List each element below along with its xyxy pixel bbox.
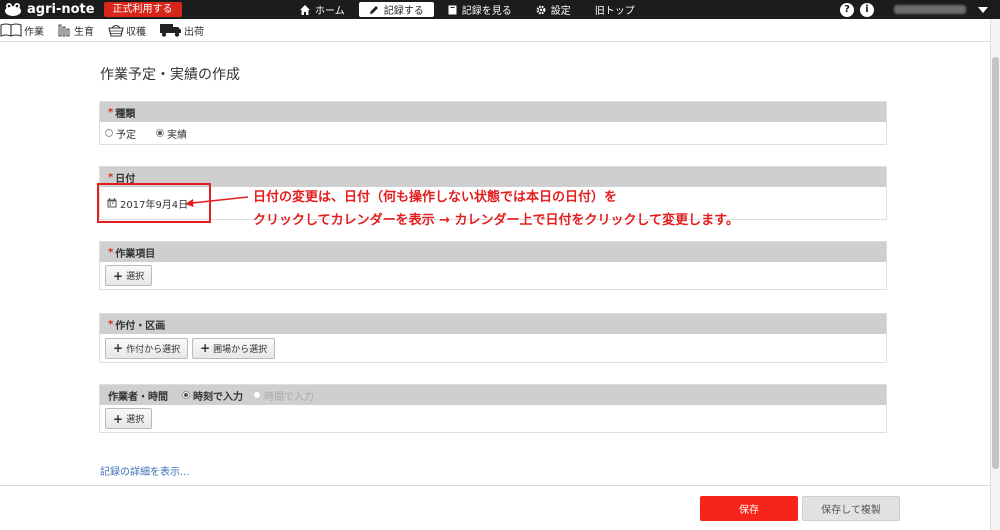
subnav-item-label: 生育 (74, 26, 94, 38)
section-label: 種類 (115, 108, 136, 120)
radio-label: 時刻で入力 (193, 391, 243, 403)
sub-toolbar: 作業 生育 収穫 出荷 (0, 19, 990, 42)
required-mark: * (108, 106, 114, 118)
select-from-field-button[interactable]: + 圃場から選択 (192, 337, 276, 359)
required-mark: * (108, 171, 114, 183)
vertical-scrollbar[interactable] (990, 19, 1000, 530)
radio-circle-checked[interactable] (182, 391, 190, 399)
nav-item-label: ホーム (315, 6, 345, 17)
scrollbar-thumb[interactable] (992, 57, 999, 469)
plus-icon: + (113, 268, 124, 283)
section-body: + 選択 (100, 262, 886, 289)
radio-circle-checked[interactable] (156, 129, 164, 137)
home-icon (300, 4, 310, 15)
nav-item-old-top[interactable]: 旧トップ (585, 2, 645, 17)
nav-item-label: 設定 (550, 6, 571, 17)
subnav-item-label: 収穫 (126, 26, 146, 38)
section-header: * 作業項目 (100, 242, 886, 262)
section-header: * 日付 (100, 167, 886, 187)
user-name-blurred[interactable] (894, 5, 966, 14)
top-bar: agri-note 正式利用する ホーム 記録する 記録を見る 設定 旧トップ … (0, 0, 1000, 19)
radio-time-of-day[interactable]: 時刻で入力 (182, 388, 243, 403)
subnav-item-shipping[interactable]: 出荷 (160, 23, 204, 38)
section-header: 作業者・時間 時刻で入力 時間で入力 (100, 385, 886, 405)
button-label: 選択 (126, 415, 145, 425)
truck-icon (160, 24, 181, 37)
radio-label: 実績 (167, 129, 187, 141)
radio-plan[interactable]: 予定 (105, 126, 136, 141)
nav-item-home[interactable]: ホーム (290, 2, 355, 17)
nav-item-label: 旧トップ (594, 6, 635, 17)
select-work-item-button[interactable]: + 選択 (105, 265, 153, 286)
footer-bar: 保存 保存して複製 (0, 485, 990, 530)
section-worker-time: 作業者・時間 時刻で入力 時間で入力 + 選択 (99, 384, 887, 433)
required-mark: * (108, 318, 114, 330)
help-icon[interactable]: ? (840, 2, 854, 17)
nav-item-label: 記録する (383, 6, 424, 17)
select-from-planting-button[interactable]: + 作付から選択 (105, 337, 189, 359)
nav-item-settings[interactable]: 設定 (526, 2, 581, 17)
logo-text: agri-note (27, 2, 95, 17)
radio-actual[interactable]: 実績 (156, 126, 187, 141)
growth-bars-icon (58, 24, 70, 37)
section-body: 予定 実績 (100, 122, 886, 144)
radio-duration[interactable]: 時間で入力 (253, 388, 314, 403)
main-nav: ホーム 記録する 記録を見る 設定 旧トップ (290, 0, 649, 19)
save-and-duplicate-button[interactable]: 保存して複製 (802, 496, 900, 521)
required-mark: * (108, 246, 114, 258)
plus-icon: + (200, 341, 211, 355)
plus-icon: + (113, 411, 124, 426)
section-body: + 選択 (100, 405, 886, 432)
chevron-down-icon[interactable] (978, 6, 988, 13)
subnav-item-harvest[interactable]: 収穫 (108, 23, 146, 38)
annotation-line-2: クリックしてカレンダーを表示 → カレンダー上で日付をクリックして変更します。 (253, 213, 739, 228)
top-right-controls: ? i (840, 0, 1000, 19)
nav-item-record[interactable]: 記録する (358, 2, 434, 17)
section-header: * 作付・区画 (100, 314, 886, 334)
select-worker-button[interactable]: + 選択 (105, 408, 153, 429)
subnav-item-work[interactable]: 作業 (0, 23, 44, 38)
annotation-arrow (185, 196, 249, 207)
section-work-item: * 作業項目 + 選択 (99, 241, 887, 290)
annotation-line-1: 日付の変更は、日付（何も操作しない状態では本日の日付）を (253, 190, 618, 205)
section-label: 作業項目 (115, 248, 156, 260)
plus-icon: + (113, 341, 124, 355)
plan-upgrade-button[interactable]: 正式利用する (103, 2, 182, 17)
gear-icon (536, 5, 546, 14)
notebook-icon (448, 5, 457, 14)
radio-circle[interactable] (105, 129, 113, 137)
basket-icon (108, 24, 124, 37)
section-planting: * 作付・区画 + 作付から選択 + 圃場から選択 (99, 313, 887, 363)
section-body: + 作付から選択 + 圃場から選択 (100, 334, 886, 362)
info-icon[interactable]: i (860, 2, 874, 17)
subnav-item-growth[interactable]: 生育 (58, 23, 94, 38)
button-label: 圃場から選択 (213, 344, 268, 355)
subnav-item-label: 作業 (24, 26, 44, 38)
section-kind: * 種類 予定 実績 (99, 101, 887, 145)
book-icon (0, 23, 22, 37)
section-label: 作付・区画 (115, 320, 166, 332)
app-logo[interactable]: agri-note (4, 2, 95, 17)
save-button[interactable]: 保存 (700, 496, 798, 521)
radio-label: 時間で入力 (264, 391, 314, 403)
show-details-link[interactable]: 記録の詳細を表示... (100, 463, 190, 478)
section-header: * 種類 (100, 102, 886, 122)
button-label: 選択 (126, 272, 145, 282)
radio-label: 予定 (116, 129, 136, 141)
subnav-item-label: 出荷 (184, 26, 204, 38)
button-label: 作付から選択 (126, 344, 181, 355)
nav-item-label: 記録を見る (461, 6, 512, 17)
pencil-icon (369, 5, 378, 14)
page-title: 作業予定・実績の作成 (100, 67, 240, 83)
nav-item-view-records[interactable]: 記録を見る (438, 2, 522, 17)
frog-logo-icon (5, 3, 21, 16)
section-label: 作業者・時間 (108, 391, 168, 403)
radio-circle[interactable] (253, 391, 261, 399)
